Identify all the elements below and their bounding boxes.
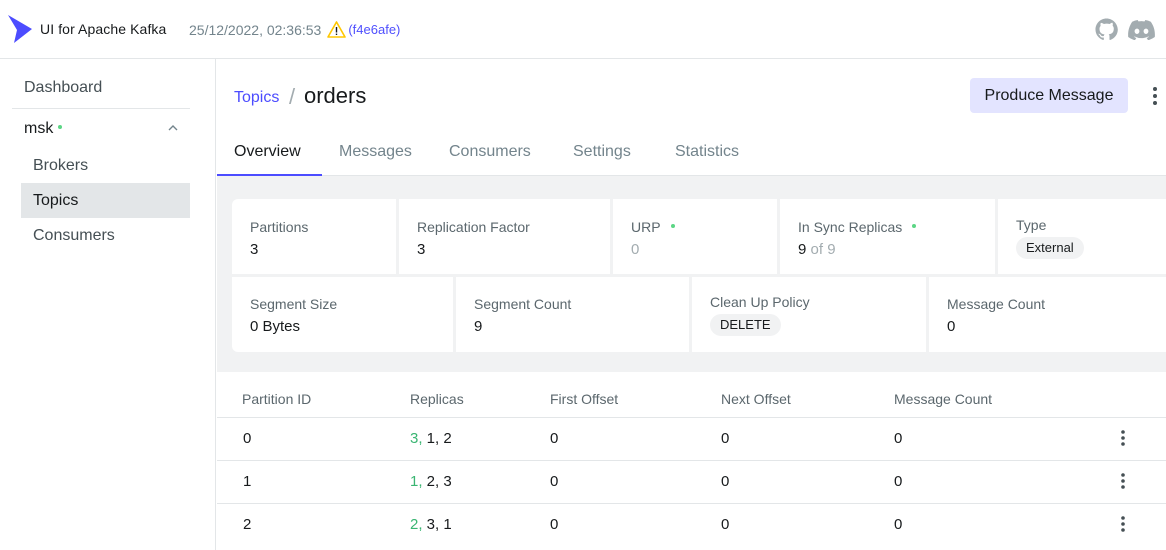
column-header[interactable]: Next Offset	[721, 391, 791, 407]
replica-list: 1, 2	[422, 430, 452, 447]
stat-urp: URP 0	[613, 199, 777, 274]
tab-statistics[interactable]: Statistics	[675, 135, 739, 175]
status-dot	[670, 224, 675, 229]
partition-id: 1	[243, 473, 252, 490]
discord-icon[interactable]	[1128, 20, 1155, 40]
message-count: 0	[894, 516, 903, 533]
stat-label: Clean Up Policy	[710, 294, 810, 310]
partitions-table-header: Partition ID Replicas First Offset Next …	[217, 372, 1166, 418]
stat-replication-factor: Replication Factor 3	[399, 199, 610, 274]
type-badge: External	[1016, 237, 1084, 259]
first-offset: 0	[550, 473, 559, 490]
breadcrumb-separator: /	[289, 84, 296, 109]
in-sync-label: In Sync Replicas	[798, 219, 903, 235]
stat-message-count: Message Count 0	[929, 277, 1166, 352]
produce-message-button[interactable]: Produce Message	[970, 78, 1128, 113]
partition-id: 0	[243, 430, 252, 447]
sidebar-item-brokers[interactable]: Brokers	[21, 148, 190, 183]
next-offset: 0	[721, 430, 730, 447]
stat-label: Type	[1016, 217, 1047, 233]
stat-value: 0	[631, 241, 640, 258]
tab-overview[interactable]: Overview	[234, 135, 301, 175]
stat-value: 3	[417, 241, 426, 258]
leader-replica: 1,	[410, 473, 423, 490]
next-offset: 0	[721, 473, 730, 490]
sidebar-item-consumers[interactable]: Consumers	[21, 218, 190, 253]
stat-value: 9 of 9	[798, 241, 836, 258]
next-offset: 0	[721, 516, 730, 533]
stat-label: Message Count	[947, 296, 1046, 312]
replica-list: 2, 3	[422, 473, 452, 490]
chevron-up-icon[interactable]	[168, 124, 178, 132]
column-header[interactable]: First Offset	[550, 391, 618, 407]
breadcrumb-topics-link[interactable]: Topics	[234, 89, 279, 107]
stat-type: Type External	[998, 199, 1166, 274]
stat-label: Partitions	[250, 219, 309, 235]
message-count: 0	[894, 473, 903, 490]
kafka-logo[interactable]	[6, 13, 34, 45]
sidebar-item-dashboard[interactable]: Dashboard	[12, 69, 190, 109]
page-title: orders	[304, 83, 367, 108]
column-header[interactable]: Message Count	[894, 391, 992, 407]
sidebar-item-topics[interactable]: Topics	[21, 183, 190, 218]
replicas-cell: 3, 1, 2	[410, 430, 452, 447]
brand-name[interactable]: UI for Apache Kafka	[40, 21, 166, 37]
tab-messages[interactable]: Messages	[339, 135, 412, 175]
replica-list: 3, 1	[422, 516, 452, 533]
more-options-icon[interactable]	[1148, 85, 1162, 107]
stat-label: Segment Size	[250, 296, 338, 312]
cluster-name: msk	[24, 120, 54, 137]
build-time: 25/12/2022, 02:36:53	[189, 21, 322, 38]
top-navbar: UI for Apache Kafka 25/12/2022, 02:36:53…	[0, 0, 1166, 59]
stat-partitions: Partitions 3	[232, 199, 396, 274]
replicas-cell: 2, 3, 1	[410, 516, 452, 533]
topic-tabs: Overview Messages Consumers Settings Sta…	[217, 135, 1166, 176]
leader-replica: 3,	[410, 430, 423, 447]
stat-label: Replication Factor	[417, 219, 530, 235]
table-row[interactable]: 0 3, 1, 2 0 0 0	[217, 418, 1166, 461]
row-menu-icon[interactable]	[1118, 471, 1128, 491]
cluster-online-dot	[58, 124, 63, 129]
sidebar: Dashboard msk Brokers Topics Consumers	[0, 59, 216, 550]
stat-value: 9	[474, 318, 483, 335]
stat-segment-count: Segment Count 9	[456, 277, 689, 352]
replicas-cell: 1, 2, 3	[410, 473, 452, 490]
stat-value: 0	[947, 318, 956, 335]
in-sync-count: 9	[798, 241, 807, 258]
warning-icon	[327, 21, 347, 38]
github-icon[interactable]	[1095, 18, 1118, 41]
commit-link[interactable]: (f4e6afe)	[348, 22, 400, 37]
stat-cleanup-policy: Clean Up Policy DELETE	[692, 277, 926, 352]
table-row[interactable]: 2 2, 3, 1 0 0 0	[217, 504, 1166, 547]
stat-value: 3	[250, 241, 259, 258]
stat-in-sync-replicas: In Sync Replicas 9 of 9	[780, 199, 995, 274]
urp-label: URP	[631, 219, 661, 235]
cleanup-policy-badge: DELETE	[710, 314, 781, 336]
topic-stats-panel: Partitions 3 Replication Factor 3 URP 0 …	[217, 176, 1166, 372]
stat-label: URP	[631, 219, 675, 235]
column-header[interactable]: Partition ID	[242, 391, 311, 407]
status-dot	[912, 224, 917, 229]
build-info: 25/12/2022, 02:36:53 (f4e6afe)	[189, 21, 400, 38]
partition-id: 2	[243, 516, 252, 533]
row-menu-icon[interactable]	[1118, 514, 1128, 534]
stat-value: 0 Bytes	[250, 318, 301, 335]
leader-replica: 2,	[410, 516, 423, 533]
column-header[interactable]: Replicas	[410, 391, 464, 407]
tab-consumers[interactable]: Consumers	[449, 135, 531, 175]
main-content: Topics / orders Produce Message Overview…	[217, 59, 1166, 550]
tab-settings[interactable]: Settings	[573, 135, 631, 175]
stat-label: In Sync Replicas	[798, 219, 917, 235]
stat-label: Segment Count	[474, 296, 572, 312]
first-offset: 0	[550, 430, 559, 447]
message-count: 0	[894, 430, 903, 447]
table-row[interactable]: 1 1, 2, 3 0 0 0	[217, 461, 1166, 504]
sidebar-cluster-msk[interactable]: msk	[12, 111, 190, 147]
row-menu-icon[interactable]	[1118, 428, 1128, 448]
stat-segment-size: Segment Size 0 Bytes	[232, 277, 453, 352]
first-offset: 0	[550, 516, 559, 533]
in-sync-total: of 9	[810, 241, 836, 258]
